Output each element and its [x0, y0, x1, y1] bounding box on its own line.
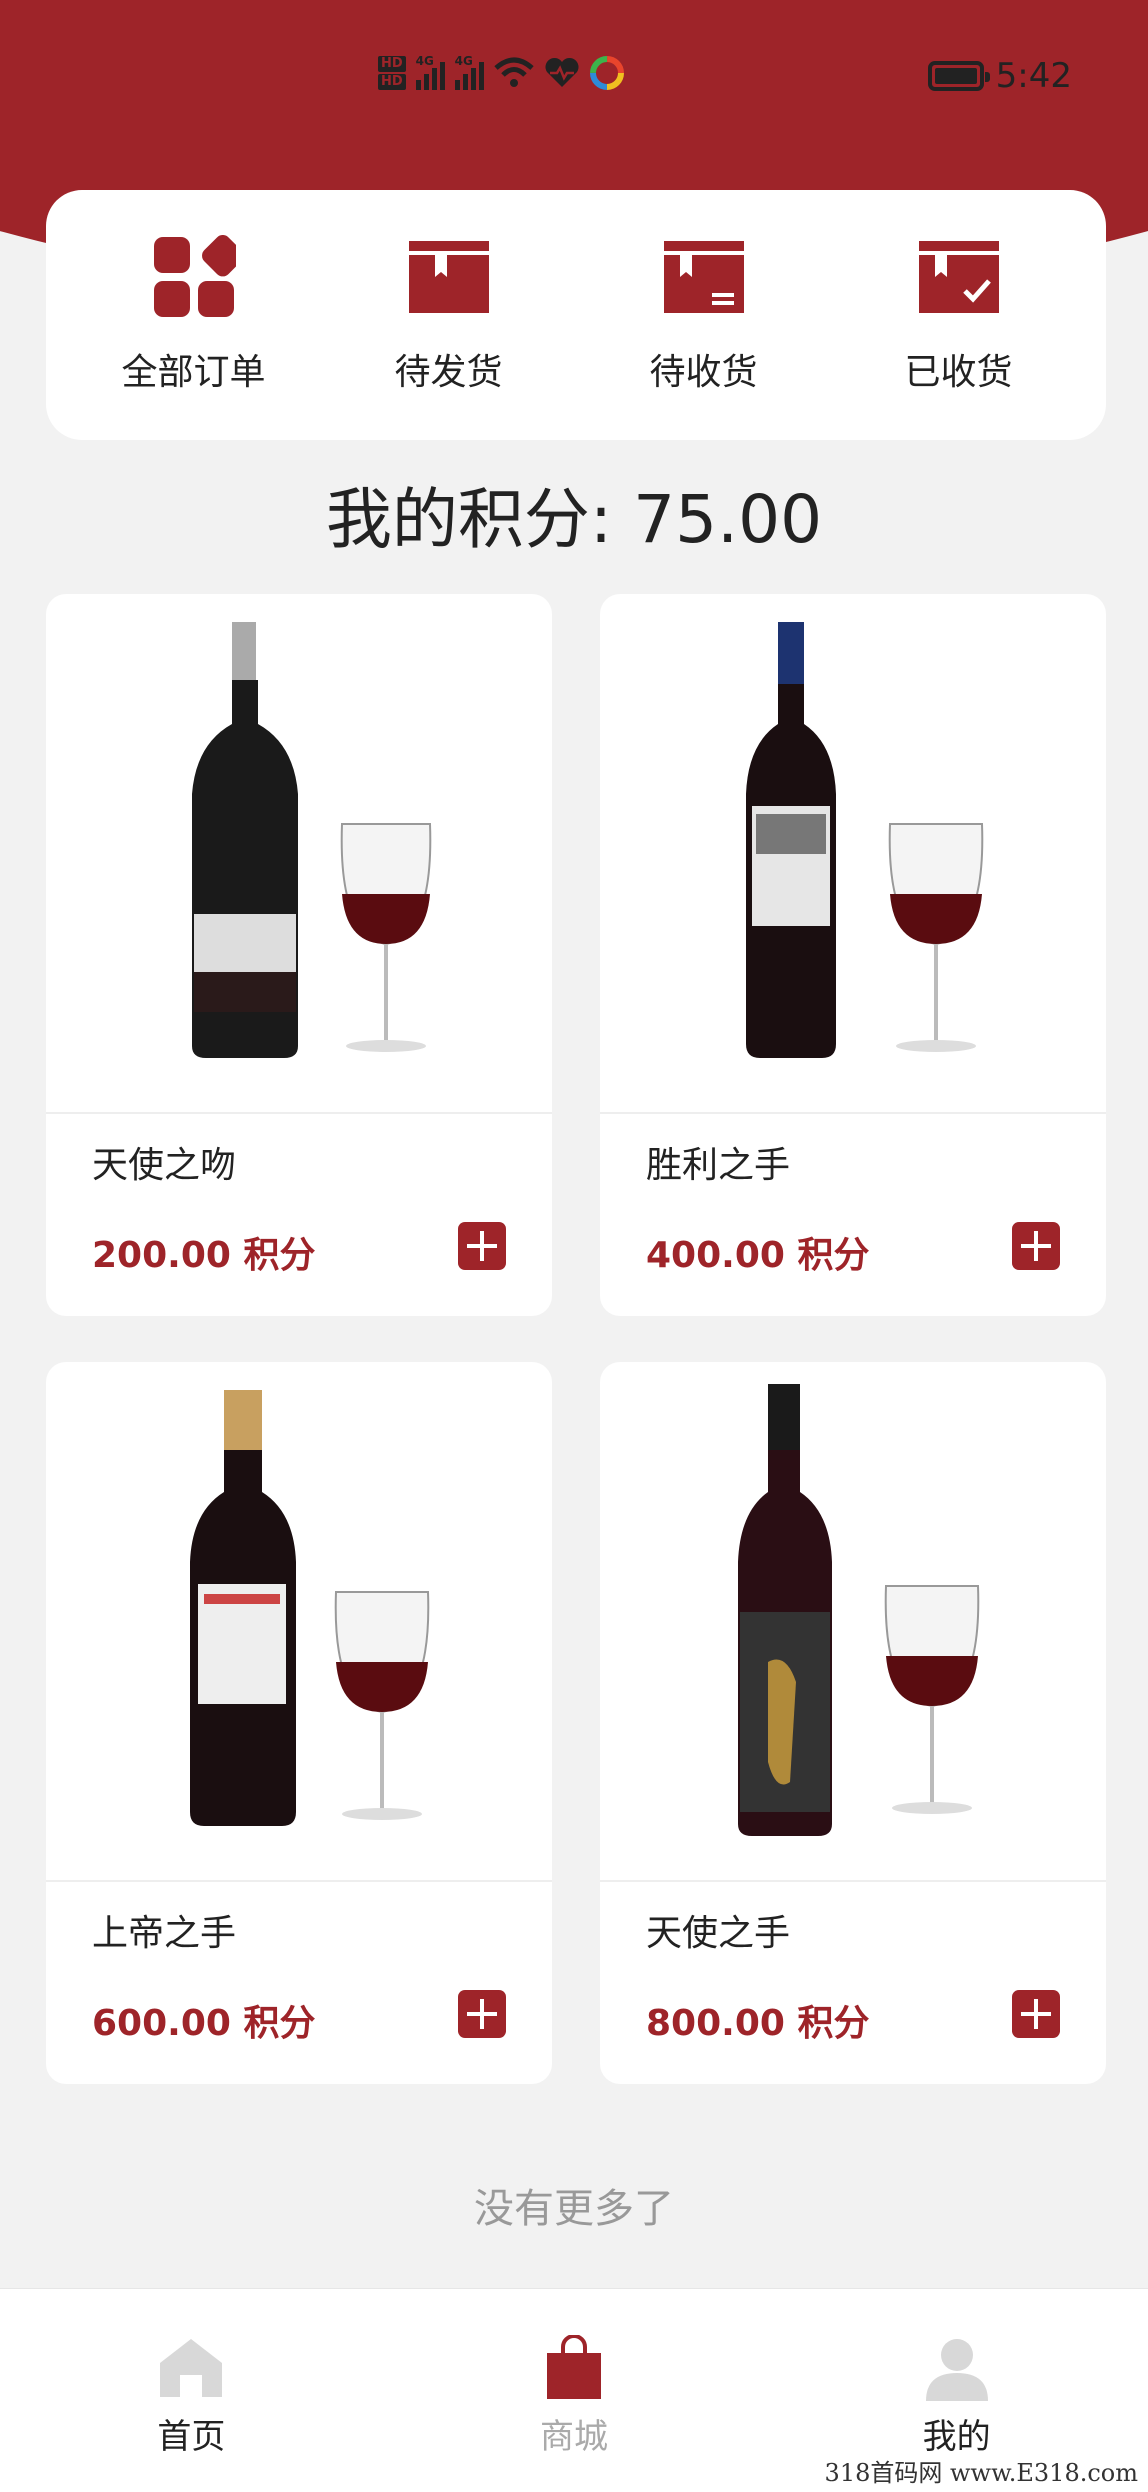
- health-heart-icon: [545, 57, 579, 87]
- watermark-text: 318首码网 www.E318.com: [824, 2459, 1138, 2487]
- order-all-button[interactable]: 全部订单: [94, 235, 294, 395]
- tab-shop-label: 商城: [539, 2417, 608, 2457]
- box-receive-icon: [663, 241, 744, 313]
- product-name: 天使之手: [646, 1913, 791, 1954]
- home-icon: [160, 2339, 223, 2397]
- order-shortcuts-card: 全部订单 待发货 待收货 已收货: [46, 190, 1106, 440]
- product-image: [600, 1362, 1106, 1882]
- add-to-cart-button[interactable]: [1012, 1222, 1060, 1270]
- status-icons: HD HD 4G 4G: [378, 54, 624, 90]
- product-image: [46, 1362, 552, 1882]
- grid-icon: [153, 235, 236, 317]
- battery-icon: [927, 61, 990, 91]
- status-bar: HD HD 4G 4G 5:42: [0, 48, 1148, 108]
- product-price: 800.00 积分: [646, 2003, 870, 2044]
- tab-shop[interactable]: 商城: [464, 2335, 684, 2492]
- order-pending-receipt-label: 待收货: [649, 352, 758, 393]
- order-all-label: 全部订单: [121, 352, 266, 393]
- status-time: 5:42: [995, 56, 1072, 96]
- product-price: 200.00 积分: [92, 1235, 316, 1276]
- product-card[interactable]: 胜利之手 400.00 积分: [600, 594, 1106, 1316]
- add-to-cart-button[interactable]: [458, 1990, 506, 2038]
- product-price: 600.00 积分: [92, 2003, 316, 2044]
- box-icon: [408, 241, 489, 313]
- add-to-cart-button[interactable]: [458, 1222, 506, 1270]
- product-name: 上帝之手: [92, 1913, 237, 1954]
- product-price: 400.00 积分: [646, 1235, 870, 1276]
- signal-icon: 4G: [415, 54, 445, 90]
- add-to-cart-button[interactable]: [1012, 1990, 1060, 2038]
- wifi-icon: [494, 57, 534, 87]
- hd-icon: HD HD: [378, 56, 406, 90]
- tab-home-label: 首页: [157, 2417, 226, 2457]
- product-image: [600, 594, 1106, 1114]
- order-received-button[interactable]: 已收货: [859, 235, 1059, 395]
- product-card[interactable]: 天使之手 800.00 积分: [600, 1362, 1106, 2084]
- order-pending-shipment-label: 待发货: [394, 352, 503, 393]
- product-name: 胜利之手: [646, 1145, 791, 1186]
- shopping-bag-icon: [546, 2335, 601, 2399]
- app-logo-icon: [589, 56, 624, 90]
- tab-mine-label: 我的: [922, 2417, 991, 2457]
- my-points: 我的积分: 75.00: [325, 481, 823, 558]
- product-card[interactable]: 上帝之手 600.00 积分: [46, 1362, 552, 2084]
- product-image: [46, 594, 552, 1114]
- no-more-text: 没有更多了: [474, 2186, 674, 2232]
- order-pending-shipment-button[interactable]: 待发货: [349, 235, 549, 395]
- signal-icon-2: 4G: [454, 54, 484, 90]
- tab-home[interactable]: 首页: [81, 2335, 301, 2492]
- order-received-label: 已收货: [904, 352, 1013, 393]
- product-card[interactable]: 天使之吻 200.00 积分: [46, 594, 552, 1316]
- box-check-icon: [918, 241, 999, 313]
- order-pending-receipt-button[interactable]: 待收货: [604, 235, 804, 395]
- product-name: 天使之吻: [92, 1145, 237, 1186]
- user-icon: [925, 2339, 988, 2401]
